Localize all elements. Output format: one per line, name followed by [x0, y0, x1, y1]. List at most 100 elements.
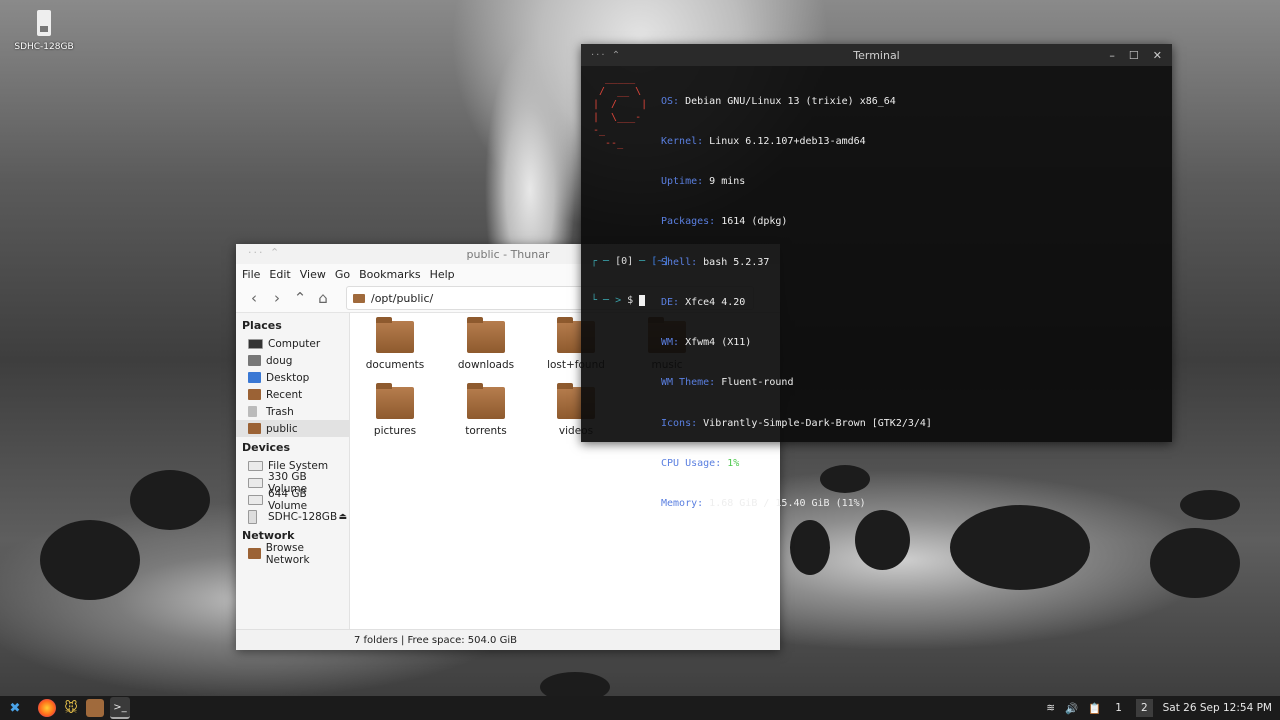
info-key: Memory: [661, 498, 698, 509]
usb-drive-icon: [248, 509, 257, 524]
terminal-window[interactable]: ··· ⌃ Terminal – ☐ ✕ _____ / __ \ | / | …: [581, 44, 1172, 509]
sidebar-item-label: 644 GB Volume: [267, 487, 308, 512]
sidebar-item-sdhc[interactable]: SDHC-128GB ⏏: [236, 508, 349, 525]
up-icon[interactable]: ⌃: [290, 288, 310, 308]
status-bar: 7 folders | Free space: 504.0 GiB: [236, 629, 780, 650]
wifi-icon[interactable]: ≋: [1046, 702, 1055, 714]
sidebar-item-trash[interactable]: Trash: [236, 403, 349, 420]
eject-icon[interactable]: ⏏: [338, 512, 347, 522]
info-key: WM Theme: [661, 377, 710, 389]
desktop-icon: [248, 372, 261, 383]
network-icon: [248, 548, 261, 559]
info-value: 1.68 GiB / 15.40 GiB (11%): [709, 498, 866, 509]
info-row: Shell: bash 5.2.37: [661, 256, 770, 268]
terminal-icon[interactable]: >_: [110, 697, 130, 719]
sidebar-item-recent[interactable]: Recent: [236, 386, 349, 403]
workspace-2[interactable]: 2: [1135, 699, 1153, 717]
menu-go[interactable]: Go: [335, 268, 350, 281]
info-row: Uptime: 9 mins: [661, 176, 746, 188]
thunar-sidebar: Places Computer doug Desktop Recent Tras…: [236, 313, 350, 630]
shell-prompt[interactable]: ┌ ─ [0] ─ [~] └ ─ > $: [591, 229, 669, 333]
info-value: 9 mins: [709, 176, 746, 188]
terminal-title: Terminal: [853, 48, 900, 62]
folder-icon: [376, 383, 414, 419]
clock[interactable]: Sat 26 Sep 12:54 PM: [1163, 702, 1272, 714]
info-value: 1614 (dpkg): [721, 216, 788, 228]
menu-help[interactable]: Help: [430, 268, 455, 281]
info-row: WM: Xfwm4 (X11): [661, 337, 752, 349]
trash-icon: [248, 406, 257, 417]
terminal-titlebar[interactable]: ··· ⌃ Terminal – ☐ ✕: [581, 44, 1172, 66]
info-key: OS: [661, 95, 674, 107]
app-menu-icon[interactable]: ✖: [6, 699, 24, 717]
menu-bookmarks[interactable]: Bookmarks: [359, 268, 420, 281]
folder-icon: [376, 317, 414, 353]
folder-icon: [467, 317, 505, 353]
info-key: CPU Usage: [661, 457, 716, 469]
devices-heading: Devices: [242, 441, 291, 454]
desktop-icon-sdhc[interactable]: SDHC-128GB: [14, 8, 74, 52]
fastfetch-info: OS: Debian GNU/Linux 13 (trixie) x86_64 …: [661, 68, 932, 537]
back-icon[interactable]: ‹: [244, 288, 264, 308]
sidebar-item-label: Browse Network: [265, 541, 310, 566]
places-heading: Places: [242, 319, 282, 332]
window-menu-icon[interactable]: ··· ⌃: [248, 246, 281, 259]
info-key: Icons: [661, 417, 692, 429]
folder-label: torrents: [465, 425, 507, 437]
minimize-icon[interactable]: –: [1109, 49, 1115, 62]
firefox-icon[interactable]: [38, 699, 56, 717]
sidebar-item-volume-644[interactable]: 644 GB Volume: [236, 488, 349, 512]
prompt-directory: [~]: [651, 256, 670, 267]
maximize-icon[interactable]: ☐: [1129, 49, 1139, 62]
menu-edit[interactable]: Edit: [269, 268, 290, 281]
info-row: Memory: 1.68 GiB / 15.40 GiB (11%): [661, 498, 866, 509]
prompt-status: [0]: [615, 256, 634, 267]
folder-torrents[interactable]: torrents: [445, 383, 527, 437]
folder-icon: [248, 423, 261, 434]
workspace-1[interactable]: 1: [1111, 702, 1126, 714]
close-icon[interactable]: ✕: [1153, 49, 1162, 62]
file-manager-icon[interactable]: [86, 699, 104, 717]
menu-view[interactable]: View: [300, 268, 326, 281]
drive-icon: [248, 460, 263, 471]
sidebar-item-label: Computer: [268, 337, 321, 350]
info-value: Xfce4 4.20: [685, 296, 746, 308]
info-key: Kernel: [661, 136, 698, 148]
folder-documents[interactable]: documents: [354, 317, 436, 371]
info-row: Kernel: Linux 6.12.107+deb13-amd64: [661, 136, 866, 148]
thunar-title: public - Thunar: [466, 247, 550, 261]
computer-icon: [248, 338, 263, 349]
info-row: WM Theme: Fluent-round: [661, 377, 794, 389]
folder-downloads[interactable]: downloads: [445, 317, 527, 371]
info-row: CPU Usage: 1%: [661, 457, 740, 469]
drive-icon: [248, 494, 263, 505]
info-value: bash 5.2.37: [703, 256, 770, 268]
info-key: WM: [661, 337, 674, 349]
info-value: Fluent-round: [721, 377, 794, 389]
sidebar-item-computer[interactable]: Computer: [236, 335, 349, 352]
sidebar-item-home[interactable]: doug: [236, 352, 349, 369]
sidebar-item-desktop[interactable]: Desktop: [236, 369, 349, 386]
info-value: 1%: [727, 457, 740, 469]
taskbar: ✖ 🐭 >_ ≋ 🔊 📋 1 2 Sat 26 Sep 12:54 PM: [0, 696, 1280, 720]
sidebar-item-label: public: [266, 422, 298, 435]
sidebar-item-public[interactable]: public: [236, 420, 349, 437]
recent-icon: [248, 389, 261, 400]
info-key: Packages: [661, 216, 710, 228]
info-value: Vibrantly-Simple-Dark-Brown [GTK2/3/4]: [703, 417, 932, 429]
clipboard-icon[interactable]: 📋: [1088, 702, 1101, 715]
xfce-mouse-icon[interactable]: 🐭: [62, 699, 80, 717]
sidebar-item-label: Trash: [266, 405, 294, 418]
home-icon[interactable]: ⌂: [313, 288, 333, 308]
sidebar-item-label: doug: [266, 354, 293, 367]
window-menu-icon[interactable]: ··· ⌃: [591, 50, 622, 61]
info-value: Xfwm4 (X11): [685, 337, 752, 349]
volume-icon[interactable]: 🔊: [1065, 702, 1078, 715]
folder-pictures[interactable]: pictures: [354, 383, 436, 437]
forward-icon[interactable]: ›: [267, 288, 287, 308]
folder-label: documents: [365, 359, 425, 371]
menu-file[interactable]: File: [242, 268, 260, 281]
sidebar-item-browse-network[interactable]: Browse Network: [236, 542, 349, 566]
sidebar-item-label: Recent: [266, 388, 303, 401]
prompt-symbol: $: [627, 295, 634, 306]
